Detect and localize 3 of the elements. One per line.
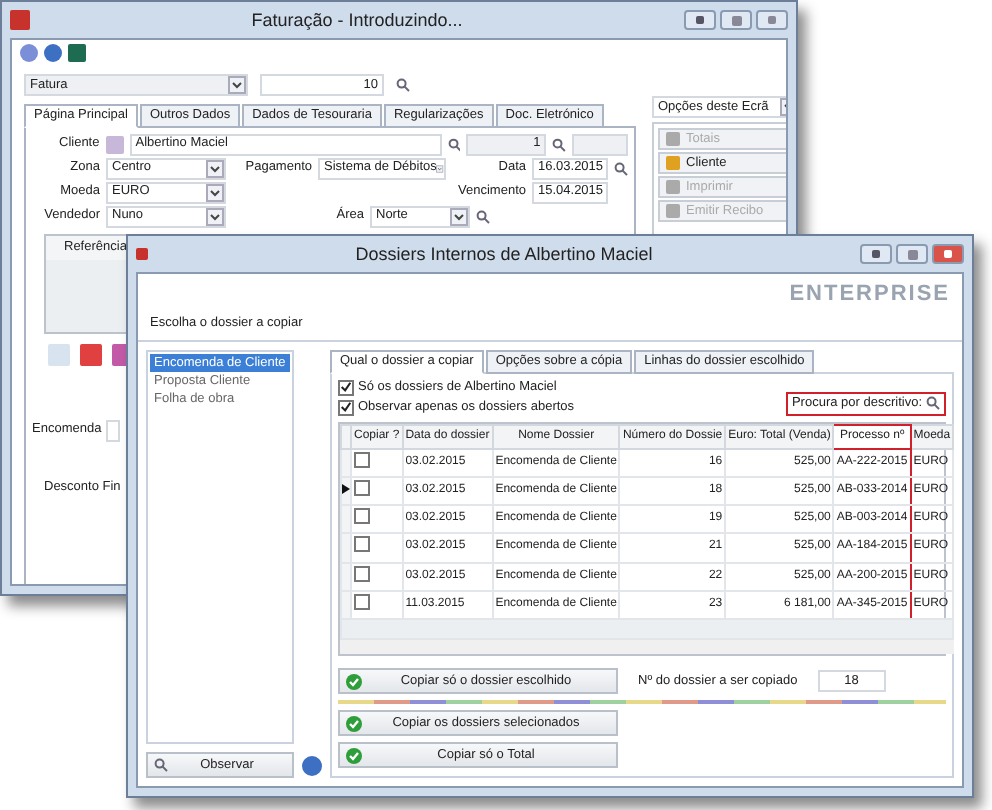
window-title: Dossiers Internos de Albertino Maciel bbox=[353, 243, 655, 265]
logo: ENTERPRISE bbox=[789, 282, 950, 309]
window-title: Faturação - Introduzindo... bbox=[249, 9, 465, 31]
